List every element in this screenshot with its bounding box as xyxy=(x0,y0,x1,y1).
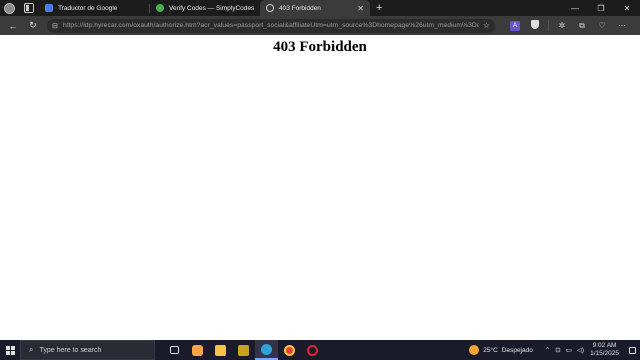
tab-strip: Traductor de Google Verify Codes — Simpl… xyxy=(0,0,640,16)
widgets-icon[interactable] xyxy=(186,340,209,360)
app-icon[interactable] xyxy=(232,340,255,360)
maximize-icon[interactable]: ❐ xyxy=(588,4,614,13)
more-menu-icon[interactable]: ⋯ xyxy=(612,21,632,30)
volume-icon[interactable]: ◁) xyxy=(577,346,584,354)
file-explorer-icon[interactable] xyxy=(209,340,232,360)
taskbar-search[interactable]: ⌕ Type here to search xyxy=(20,340,155,360)
shield-icon xyxy=(531,20,539,29)
screen: Traductor de Google Verify Codes — Simpl… xyxy=(0,0,640,360)
tray-icons: ⌃ ⊡ ▭ ◁) xyxy=(545,346,584,354)
tab-title: Verify Codes — SimplyCodes xyxy=(169,4,254,12)
close-tab-icon[interactable]: ✕ xyxy=(357,4,364,13)
tab-403-forbidden[interactable]: 403 Forbidden ✕ xyxy=(260,0,370,16)
lock-icon[interactable]: ⊟ xyxy=(52,22,58,30)
tab-title: 403 Forbidden xyxy=(279,4,321,12)
edge-browser-icon[interactable] xyxy=(255,340,278,360)
page-content: 403 Forbidden xyxy=(0,35,640,340)
refresh-icon[interactable]: ↻ xyxy=(23,20,43,31)
battery-icon[interactable]: ▭ xyxy=(566,346,572,354)
shield-extension-button[interactable] xyxy=(525,20,545,31)
taskbar: ⌕ Type here to search 25°C Despejado ⌃ ⊡… xyxy=(0,340,640,360)
google-translate-favicon-icon xyxy=(45,4,53,12)
minimize-icon[interactable]: — xyxy=(562,4,588,13)
new-tab-icon[interactable]: + xyxy=(376,2,382,14)
address-bar[interactable]: ⊟ https://idp.hyrecar.com/oxauth/authori… xyxy=(47,18,495,33)
tab-title: Traductor de Google xyxy=(58,4,118,12)
extensions-area: A ✲ ⧉ ♡ ⋯ xyxy=(505,20,632,31)
favorite-star-icon[interactable]: ☆ xyxy=(483,21,490,30)
tab-simplycodes[interactable]: Verify Codes — SimplyCodes xyxy=(150,0,260,16)
url-text[interactable]: https://idp.hyrecar.com/oxauth/authorize… xyxy=(63,22,479,29)
window-controls: — ❐ ✕ xyxy=(562,0,640,16)
weather-temp[interactable]: 25°C xyxy=(483,347,498,354)
notifications-icon[interactable] xyxy=(629,346,636,354)
globe-icon xyxy=(266,4,274,12)
tab-google-translate[interactable]: Traductor de Google xyxy=(39,0,149,16)
collections-icon[interactable]: ⧉ xyxy=(572,21,592,31)
chrome-icon[interactable] xyxy=(278,340,301,360)
system-tray: 25°C Despejado ⌃ ⊡ ▭ ◁) 9:02 AM 1/15/202… xyxy=(469,340,640,360)
extensions-puzzle-icon[interactable]: ✲ xyxy=(552,21,572,30)
weather-desc[interactable]: Despejado xyxy=(502,347,533,354)
toolbar-divider xyxy=(548,20,549,31)
task-view-icon[interactable] xyxy=(163,340,186,360)
weather-sun-icon[interactable] xyxy=(469,345,480,355)
opera-icon[interactable] xyxy=(301,340,324,360)
clock-time: 9:02 AM xyxy=(592,342,617,349)
browser-essentials-icon[interactable]: ♡ xyxy=(592,21,612,30)
extension-a-icon: A xyxy=(510,21,520,31)
extension-a-button[interactable]: A xyxy=(505,20,525,31)
taskbar-apps xyxy=(163,340,324,360)
chevron-up-icon[interactable]: ⌃ xyxy=(545,346,550,354)
error-heading: 403 Forbidden xyxy=(273,39,367,55)
network-icon[interactable]: ⊡ xyxy=(555,346,560,354)
back-icon[interactable]: ← xyxy=(3,21,23,31)
simplycodes-favicon-icon xyxy=(156,4,164,12)
windows-start-icon[interactable] xyxy=(0,340,20,360)
profile-avatar-icon[interactable] xyxy=(4,2,15,14)
clock-date: 1/15/2025 xyxy=(590,350,619,357)
workspaces-icon[interactable] xyxy=(24,3,34,13)
search-icon: ⌕ xyxy=(29,345,34,354)
close-window-icon[interactable]: ✕ xyxy=(614,4,640,13)
search-placeholder: Type here to search xyxy=(39,346,102,354)
clock[interactable]: 9:02 AM 1/15/2025 xyxy=(590,342,619,358)
navigation-bar: ← ↻ ⊟ https://idp.hyrecar.com/oxauth/aut… xyxy=(0,16,640,35)
